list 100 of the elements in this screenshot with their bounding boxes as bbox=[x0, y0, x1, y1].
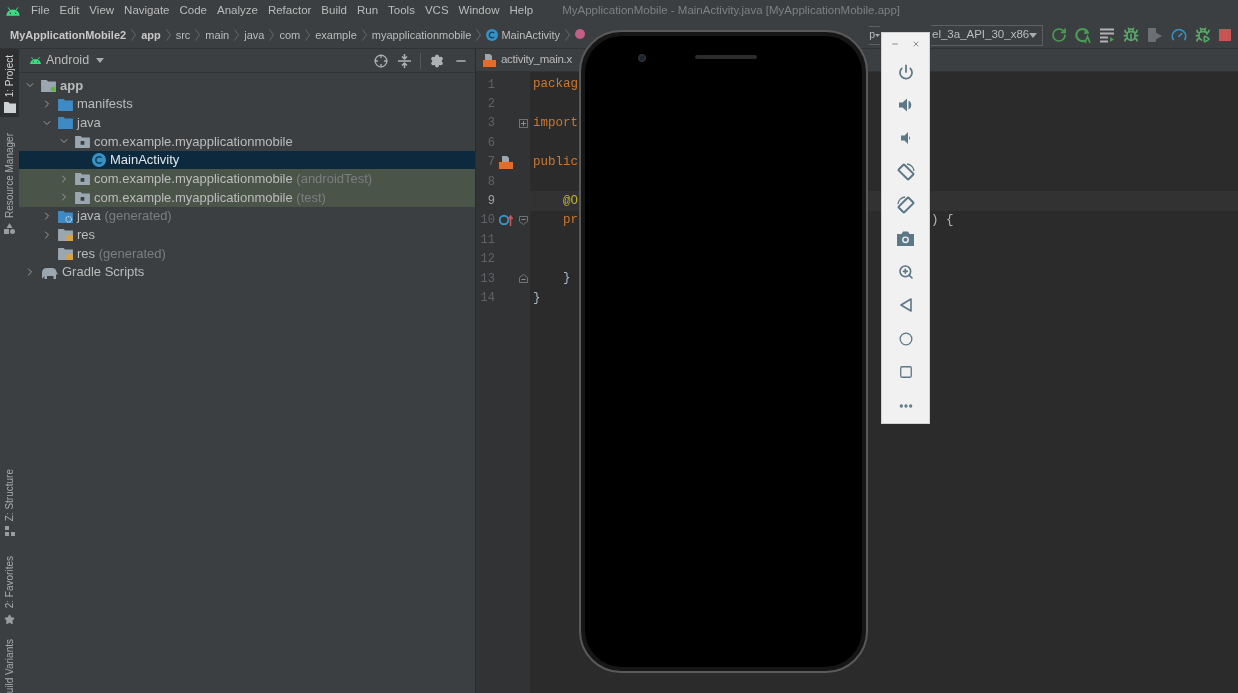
bug-icon[interactable] bbox=[1123, 27, 1139, 43]
tree-item[interactable]: app bbox=[41, 75, 84, 96]
close-icon[interactable] bbox=[912, 40, 920, 48]
collapse-all-icon[interactable] bbox=[398, 53, 411, 68]
window-title: MyApplicationMobile - MainActivity.java [MyApplicationMobile.app] bbox=[562, 3, 901, 19]
caret-down-icon bbox=[96, 58, 105, 63]
menu-item[interactable]: Edit bbox=[54, 2, 85, 20]
menu-item[interactable]: Help bbox=[504, 2, 539, 20]
caret-down-icon bbox=[1029, 32, 1038, 38]
breadcrumb-item[interactable]: src bbox=[175, 26, 191, 44]
structure-icon bbox=[4, 526, 15, 537]
device-dropdown[interactable]: el_3a_API_30_x86 bbox=[931, 24, 1043, 46]
editor-tab[interactable]: activity_main.x bbox=[480, 49, 575, 71]
menu-item[interactable]: View bbox=[84, 2, 120, 20]
breadcrumb-separator-icon bbox=[305, 29, 311, 41]
package-folder-icon bbox=[75, 172, 90, 186]
folder-icon bbox=[58, 97, 73, 111]
menu-item[interactable]: Tools bbox=[383, 2, 420, 20]
rotate-right-icon[interactable] bbox=[896, 196, 915, 215]
run-configuration-dropdown[interactable]: p bbox=[869, 25, 880, 45]
menu-item[interactable]: Code bbox=[174, 2, 212, 20]
menu-item[interactable]: Build bbox=[316, 2, 352, 20]
code-text: } bbox=[562, 271, 571, 286]
dot-icon[interactable] bbox=[575, 28, 586, 39]
menu-item[interactable]: VCS bbox=[419, 2, 454, 20]
breadcrumb-item[interactable]: MyApplicationMobile2 bbox=[10, 26, 127, 44]
breadcrumb-separator-icon bbox=[165, 29, 171, 41]
settings-icon[interactable] bbox=[430, 53, 444, 68]
package-folder-icon bbox=[75, 134, 90, 148]
module-folder-icon bbox=[41, 78, 56, 92]
tree-item[interactable]: java (generated) bbox=[58, 206, 172, 226]
circle-up-arrow-icon[interactable] bbox=[499, 214, 513, 227]
tree-item[interactable]: res (generated) bbox=[58, 243, 166, 264]
tool-window-tab[interactable]: Z: Structure bbox=[0, 469, 19, 557]
bug-arrow-icon[interactable] bbox=[1195, 27, 1211, 43]
breadcrumb-item[interactable]: java bbox=[244, 26, 265, 44]
breadcrumb-item[interactable]: main bbox=[205, 26, 230, 44]
code-text: pr bbox=[562, 213, 578, 228]
project-view-dropdown[interactable]: Android bbox=[29, 51, 105, 70]
breadcrumb-item[interactable]: example bbox=[315, 26, 357, 44]
volume-up-icon[interactable] bbox=[897, 97, 914, 114]
tool-window-tab[interactable]: 2: Favorites bbox=[0, 556, 19, 639]
circular-arrow-triangle-icon[interactable] bbox=[1075, 27, 1091, 43]
tree-item[interactable]: MainActivity bbox=[92, 150, 180, 170]
android-logo-icon bbox=[5, 5, 21, 17]
back-icon[interactable] bbox=[899, 298, 912, 313]
breadcrumb-separator-icon bbox=[269, 29, 275, 41]
star-icon bbox=[4, 613, 15, 625]
package-folder-icon bbox=[75, 190, 90, 204]
tool-window-tab[interactable]: Resource Manager bbox=[0, 117, 19, 239]
breadcrumb-item[interactable]: myapplicationmobile bbox=[371, 26, 472, 44]
lines-icon[interactable] bbox=[1099, 27, 1115, 43]
breadcrumb-item[interactable]: MainActivity bbox=[486, 26, 561, 44]
breadcrumb-item[interactable]: app bbox=[141, 26, 161, 44]
overview-icon[interactable] bbox=[898, 365, 913, 380]
breadcrumb-separator-icon bbox=[361, 29, 367, 41]
breadcrumb-item[interactable]: com bbox=[279, 26, 301, 44]
tree-item[interactable]: res bbox=[58, 225, 96, 245]
tree-item[interactable]: java bbox=[58, 112, 101, 133]
class-icon bbox=[92, 153, 106, 168]
zoom-in-icon[interactable] bbox=[897, 264, 914, 281]
menu-item[interactable]: Analyze bbox=[211, 2, 263, 20]
document-icon bbox=[483, 53, 496, 67]
tool-window-tab[interactable]: uild Variants bbox=[0, 638, 19, 693]
shapes-icon bbox=[4, 223, 15, 235]
android-icon bbox=[29, 56, 42, 65]
power-icon[interactable] bbox=[897, 63, 914, 80]
code-text: } bbox=[533, 290, 541, 305]
camera-lens-icon bbox=[638, 54, 646, 62]
code-text: packag bbox=[533, 77, 578, 92]
breadcrumb-separator-icon bbox=[565, 29, 571, 41]
menu-item[interactable]: Navigate bbox=[119, 2, 175, 20]
tree-item[interactable]: Gradle Scripts bbox=[41, 262, 145, 282]
folder-icon bbox=[58, 116, 73, 130]
camera-icon[interactable] bbox=[897, 231, 914, 247]
class-icon bbox=[486, 29, 499, 41]
fold-minus-icon[interactable] bbox=[519, 215, 528, 225]
tool-window-tab[interactable]: 1: Project bbox=[0, 49, 19, 118]
tree-item[interactable]: manifests bbox=[58, 94, 133, 114]
menu-item[interactable]: Window bbox=[453, 2, 505, 20]
circular-arrow-icon[interactable] bbox=[1051, 27, 1067, 43]
elephant-icon bbox=[41, 265, 58, 279]
menu-item[interactable]: Run bbox=[351, 2, 384, 20]
rotate-left-icon[interactable] bbox=[896, 162, 915, 181]
speaker-slot-icon bbox=[695, 55, 757, 59]
tree-item[interactable]: com.example.myapplicationmobile bbox=[75, 131, 293, 152]
breadcrumb-separator-icon bbox=[476, 29, 482, 41]
home-icon[interactable] bbox=[898, 331, 913, 346]
folder-gear-icon bbox=[58, 209, 73, 223]
volume-down-icon[interactable] bbox=[899, 131, 912, 146]
code-text: ) { bbox=[931, 212, 954, 230]
fold-plus-icon[interactable] bbox=[519, 118, 528, 128]
menu-item[interactable]: File bbox=[26, 2, 55, 20]
fold-end-icon[interactable] bbox=[519, 274, 528, 284]
breadcrumb-separator-icon bbox=[234, 29, 240, 41]
menu-item[interactable]: Refactor bbox=[262, 2, 317, 20]
crosshair-icon[interactable] bbox=[374, 53, 388, 68]
folder-icon bbox=[3, 102, 16, 114]
document-icon[interactable] bbox=[499, 155, 513, 169]
gauge-icon[interactable] bbox=[1171, 27, 1187, 43]
